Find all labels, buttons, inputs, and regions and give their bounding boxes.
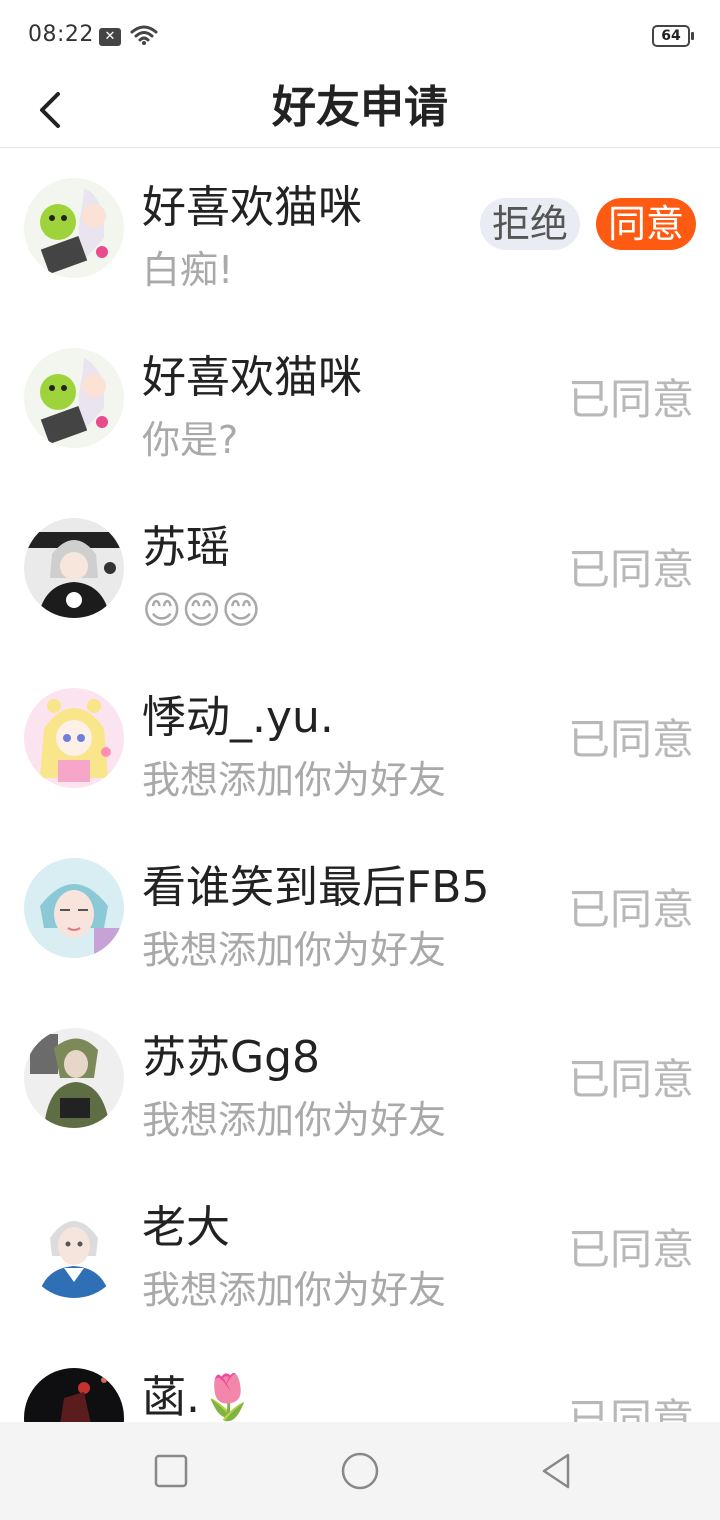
request-message: 你是?: [142, 418, 239, 462]
circle-icon[interactable]: [337, 1448, 383, 1494]
friend-request-item[interactable]: 苏瑶 😊😊😊 已同意: [0, 490, 720, 660]
request-status: 已同意: [567, 885, 694, 934]
request-status: 已同意: [567, 1055, 694, 1104]
battery-indicator: 64: [652, 25, 694, 47]
requester-name: 好喜欢猫咪: [142, 182, 362, 233]
friend-request-item[interactable]: 好喜欢猫咪 白痴! 拒绝 同意: [0, 150, 720, 320]
avatar[interactable]: [24, 1198, 124, 1298]
requester-name: 悸动_.yu.: [142, 692, 334, 743]
requester-name: 看谁笑到最后FB5: [142, 862, 490, 913]
friend-request-item[interactable]: 好喜欢猫咪 你是? 已同意: [0, 320, 720, 490]
friend-request-list: 好喜欢猫咪 白痴! 拒绝 同意 好喜欢猫咪 你是? 已同意 苏瑶 😊😊😊 已同意…: [0, 150, 720, 1422]
friend-request-item[interactable]: 悸动_.yu. 我想添加你为好友 已同意: [0, 660, 720, 830]
x-box-icon: ✕: [99, 28, 121, 46]
requester-name: 菡.🌷: [142, 1372, 255, 1422]
accept-button[interactable]: 同意: [596, 198, 696, 250]
request-message: 白痴!: [142, 248, 234, 292]
request-message: 我想添加你为好友: [142, 1098, 447, 1142]
requester-name: 苏瑶: [142, 522, 230, 573]
page-title: 好友申请: [272, 82, 448, 133]
avatar[interactable]: [24, 688, 124, 788]
system-nav-bar: [0, 1422, 720, 1520]
request-message: 我想添加你为好友: [142, 758, 447, 802]
request-status: 已同意: [567, 1395, 694, 1422]
avatar[interactable]: [24, 178, 124, 278]
avatar[interactable]: [24, 1368, 124, 1422]
header: 好友申请: [0, 70, 720, 148]
avatar[interactable]: [24, 1028, 124, 1128]
avatar[interactable]: [24, 518, 124, 618]
status-time: 08:22: [28, 22, 94, 47]
triangle-back-icon[interactable]: [534, 1448, 580, 1494]
reject-button[interactable]: 拒绝: [480, 198, 580, 250]
request-message: 😊😊😊: [142, 588, 261, 632]
avatar[interactable]: [24, 858, 124, 958]
request-status: 已同意: [567, 375, 694, 424]
status-bar: 08:22 ✕ 64: [0, 0, 720, 70]
request-message: 我想添加你为好友: [142, 1268, 447, 1312]
requester-name: 好喜欢猫咪: [142, 352, 362, 403]
friend-request-item[interactable]: 老大 我想添加你为好友 已同意: [0, 1170, 720, 1340]
request-status: 已同意: [567, 545, 694, 594]
request-status: 已同意: [567, 715, 694, 764]
requester-name: 苏苏Gg8: [142, 1032, 321, 1083]
requester-name: 老大: [142, 1202, 230, 1253]
request-message: 我想添加你为好友: [142, 928, 447, 972]
square-icon[interactable]: [148, 1448, 194, 1494]
wifi-icon: [130, 25, 158, 45]
friend-request-item[interactable]: 菡.🌷 已同意: [0, 1340, 720, 1422]
friend-request-item[interactable]: 看谁笑到最后FB5 我想添加你为好友 已同意: [0, 830, 720, 1000]
friend-request-item[interactable]: 苏苏Gg8 我想添加你为好友 已同意: [0, 1000, 720, 1170]
avatar[interactable]: [24, 348, 124, 448]
request-status: 已同意: [567, 1225, 694, 1274]
